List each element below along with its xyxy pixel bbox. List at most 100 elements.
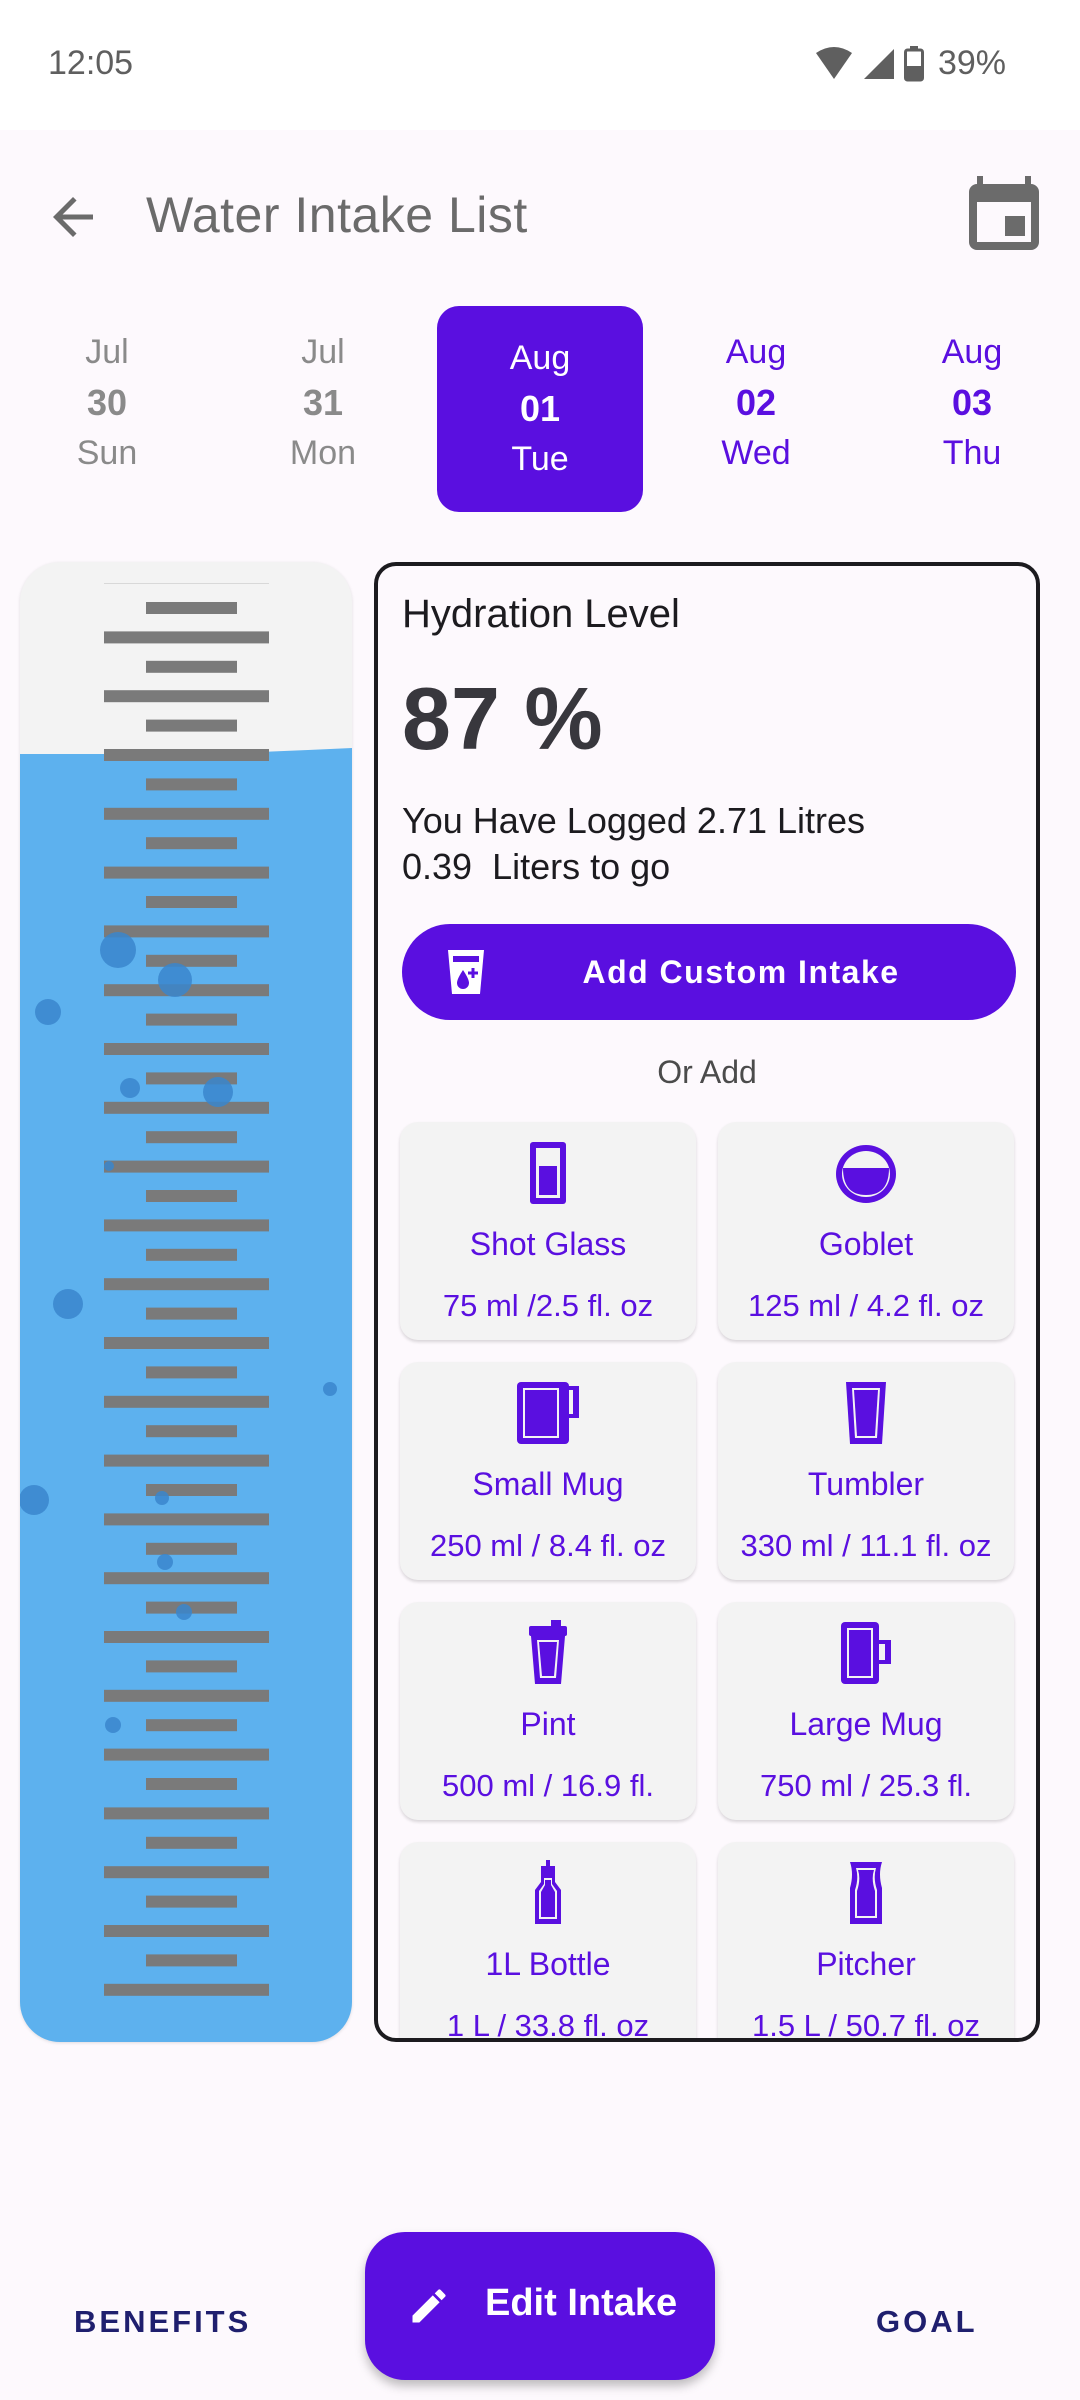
date-item[interactable]: Aug 03 Thu bbox=[869, 300, 1075, 506]
vessel-pint[interactable]: Pint 500 ml / 16.9 fl. bbox=[400, 1602, 696, 1820]
vessel-size: 125 ml / 4.2 fl. oz bbox=[747, 1288, 985, 1323]
vessel-name: Goblet bbox=[818, 1226, 914, 1262]
date-item[interactable]: Aug 02 Wed bbox=[653, 300, 859, 506]
or-add-label: Or Add bbox=[657, 1054, 757, 1090]
goblet-icon bbox=[836, 1145, 896, 1203]
tick-minor bbox=[146, 837, 237, 850]
tick-minor bbox=[146, 660, 237, 673]
status-icons: 39% bbox=[814, 44, 1006, 83]
tick-major bbox=[104, 1513, 269, 1526]
vessel-size: 750 ml / 25.3 fl. bbox=[760, 1768, 972, 1803]
vessel-1l-bottle[interactable]: 1L Bottle 1 L / 33.8 fl. oz bbox=[400, 1842, 696, 2038]
pencil-icon bbox=[407, 2284, 451, 2333]
tick-major bbox=[104, 1689, 269, 1702]
bottom-bar: BENEFITS Edit Intake GOAL bbox=[0, 2220, 1080, 2400]
vessel-size: 330 ml / 11.1 fl. oz bbox=[740, 1528, 992, 1563]
status-time: 12:05 bbox=[48, 44, 134, 82]
tick-minor bbox=[146, 778, 237, 791]
tick-minor bbox=[146, 1719, 237, 1732]
date-day: 31 bbox=[302, 382, 344, 423]
bubble bbox=[100, 932, 136, 968]
tick-minor bbox=[146, 602, 237, 614]
date-month: Jul bbox=[301, 333, 345, 371]
tick-major bbox=[104, 1219, 269, 1232]
bubble bbox=[176, 1604, 192, 1620]
tick-minor bbox=[146, 1660, 237, 1673]
bubble bbox=[35, 999, 61, 1025]
app-bar: Water Intake List bbox=[0, 130, 1080, 300]
tick-major bbox=[104, 1748, 269, 1761]
tank-top-line bbox=[104, 583, 269, 584]
tick-major bbox=[104, 1925, 269, 1937]
battery-icon bbox=[903, 45, 924, 81]
date-day: 30 bbox=[86, 382, 128, 423]
add-custom-intake-label: Add Custom Intake bbox=[582, 953, 900, 990]
tick-major bbox=[104, 1101, 269, 1114]
vessel-size: 500 ml / 16.9 fl. bbox=[442, 1768, 654, 1803]
tick-major bbox=[104, 1278, 269, 1291]
bubble bbox=[158, 963, 192, 997]
tick-major bbox=[104, 1337, 269, 1349]
back-button[interactable] bbox=[38, 182, 108, 252]
vessel-small-mug[interactable]: Small Mug 250 ml / 8.4 fl. oz bbox=[400, 1362, 696, 1580]
tick-minor bbox=[146, 1190, 237, 1202]
tick-minor bbox=[146, 1425, 237, 1438]
edit-intake-button[interactable]: Edit Intake bbox=[365, 2232, 715, 2380]
remaining-amount: 0.39 Liters to go bbox=[402, 846, 671, 887]
goal-button[interactable]: GOAL bbox=[876, 2304, 978, 2340]
vessel-name: Pint bbox=[520, 1706, 576, 1742]
benefits-button[interactable]: BENEFITS bbox=[74, 2304, 251, 2340]
calendar-icon bbox=[969, 176, 1039, 250]
tick-minor bbox=[146, 954, 237, 967]
edit-intake-label: Edit Intake bbox=[485, 2282, 678, 2324]
vessel-name: Large Mug bbox=[789, 1706, 943, 1742]
date-weekday: Tue bbox=[511, 440, 569, 478]
tick-minor bbox=[146, 1836, 237, 1849]
bubble bbox=[104, 1161, 114, 1171]
add-custom-intake-button[interactable]: Add Custom Intake bbox=[402, 924, 1016, 1020]
tick-major bbox=[104, 1454, 269, 1467]
vessel-name: Small Mug bbox=[472, 1466, 624, 1502]
date-weekday: Thu bbox=[942, 434, 1002, 472]
vessel-tumbler[interactable]: Tumbler 330 ml / 11.1 fl. oz bbox=[718, 1362, 1014, 1580]
vessel-large-mug[interactable]: Large Mug 750 ml / 25.3 fl. bbox=[718, 1602, 1014, 1820]
vessel-name: Tumbler bbox=[807, 1466, 925, 1502]
vessel-name: 1L Bottle bbox=[485, 1946, 611, 1982]
tick-minor bbox=[146, 1131, 237, 1144]
bubble bbox=[323, 1382, 337, 1396]
vessel-goblet[interactable]: Goblet 125 ml / 4.2 fl. oz bbox=[718, 1122, 1014, 1340]
tick-major bbox=[104, 1395, 269, 1408]
date-month: Aug bbox=[725, 333, 787, 371]
date-day: 01 bbox=[519, 388, 561, 429]
tick-major bbox=[104, 1807, 269, 1820]
status-bar: 12:05 39% bbox=[0, 0, 1080, 130]
page-title: Water Intake List bbox=[146, 187, 528, 243]
tick-major bbox=[104, 1631, 269, 1643]
date-weekday: Mon bbox=[289, 434, 357, 472]
date-day: 03 bbox=[951, 382, 993, 423]
date-item-selected[interactable]: Aug 01 Tue bbox=[437, 306, 643, 512]
vessel-size: 1.5 L / 50.7 fl. oz bbox=[751, 2008, 981, 2042]
tick-minor bbox=[146, 1778, 237, 1790]
pitcher-icon bbox=[850, 1862, 882, 1924]
tick-minor bbox=[146, 1307, 237, 1320]
bubble bbox=[20, 1485, 49, 1515]
tick-major bbox=[104, 1866, 269, 1879]
bubble bbox=[155, 1491, 169, 1505]
battery-percent: 39% bbox=[937, 44, 1006, 82]
tick-minor bbox=[146, 1248, 237, 1261]
date-item[interactable]: Jul 30 Sun bbox=[4, 300, 210, 506]
date-weekday: Sun bbox=[76, 434, 138, 472]
vessel-pitcher[interactable]: Pitcher 1.5 L / 50.7 fl. oz bbox=[718, 1842, 1014, 2042]
large-mug-icon bbox=[841, 1622, 891, 1684]
date-month: Aug bbox=[509, 339, 571, 377]
date-day: 02 bbox=[735, 382, 777, 423]
tick-minor bbox=[146, 1895, 237, 1908]
date-item[interactable]: Jul 31 Mon bbox=[220, 300, 426, 506]
logged-amount: You Have Logged 2.71 Litres bbox=[402, 800, 866, 841]
vessel-shot-glass[interactable]: Shot Glass 75 ml /2.5 fl. oz bbox=[400, 1122, 696, 1340]
date-month: Aug bbox=[941, 333, 1003, 371]
hydration-percent: 87 % bbox=[402, 669, 603, 768]
hydration-card: Hydration Level 87 % You Have Logged 2.7… bbox=[374, 562, 1040, 2042]
calendar-button[interactable] bbox=[966, 174, 1042, 254]
